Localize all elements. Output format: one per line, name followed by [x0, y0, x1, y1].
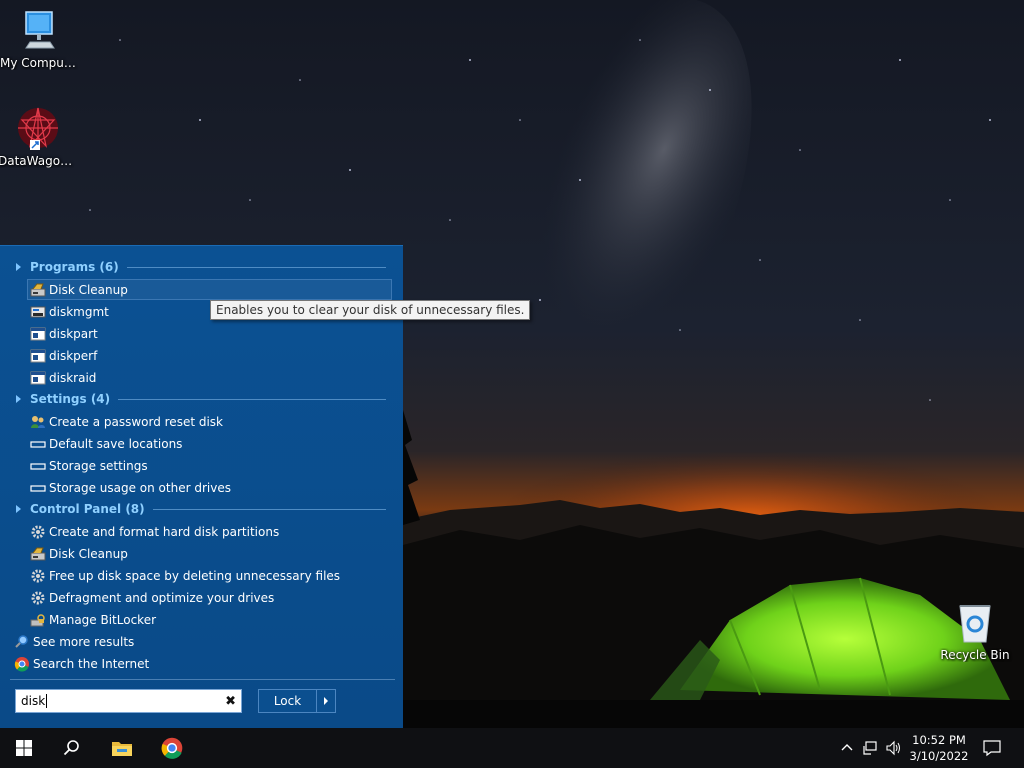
- see-more-results-link[interactable]: See more results: [14, 632, 134, 652]
- result-item-label: Manage BitLocker: [49, 612, 157, 627]
- start-search-input[interactable]: disk ✖: [15, 689, 242, 713]
- admin-tools-icon: [31, 525, 45, 538]
- result-item-label: diskmgmt: [49, 304, 109, 319]
- search-icon: [15, 635, 28, 648]
- result-item-storage-usage[interactable]: Storage usage on other drives: [27, 477, 392, 498]
- start-button[interactable]: [0, 728, 48, 768]
- result-item-defragment[interactable]: Defragment and optimize your drives: [27, 587, 392, 608]
- console-icon: [30, 327, 46, 340]
- search-icon: [63, 740, 79, 756]
- chevron-right-icon[interactable]: [324, 697, 328, 705]
- result-item-free-up-disk-space[interactable]: Free up disk space by deleting unnecessa…: [27, 565, 392, 586]
- see-more-label: See more results: [33, 635, 135, 649]
- expand-arrow-icon: [16, 395, 21, 403]
- divider: [118, 398, 386, 400]
- disk-cleanup-icon: [30, 547, 46, 560]
- result-item-label: diskperf: [49, 348, 98, 363]
- users-icon: [31, 415, 45, 428]
- result-item-disk-cleanup[interactable]: Disk Cleanup: [27, 279, 392, 300]
- disk-cleanup-icon: [30, 283, 46, 296]
- expand-arrow-icon: [16, 263, 21, 271]
- result-item-password-reset[interactable]: Create a password reset disk: [27, 411, 392, 432]
- desktop-icon-label: My Computer: [0, 56, 80, 70]
- group-header-label: Settings (4): [30, 392, 111, 406]
- chevron-up-icon[interactable]: [839, 740, 855, 756]
- lock-button[interactable]: Lock: [258, 689, 336, 713]
- taskbar-file-explorer[interactable]: [98, 728, 146, 768]
- result-item-label: Disk Cleanup: [49, 546, 128, 561]
- group-header-settings[interactable]: Settings (4): [16, 390, 386, 408]
- settings-item-icon: [30, 462, 46, 470]
- taskbar: 10:52 PM 3/10/2022: [0, 728, 1024, 768]
- result-item-label: Create and format hard disk partitions: [49, 524, 280, 539]
- result-item-label: Disk Cleanup: [49, 282, 128, 297]
- result-item-diskperf[interactable]: diskperf: [27, 345, 392, 366]
- network-icon[interactable]: [862, 740, 878, 756]
- result-item-storage-settings[interactable]: Storage settings: [27, 455, 392, 476]
- desktop-icon-my-computer[interactable]: My Computer: [0, 8, 80, 70]
- chrome-icon: [161, 737, 183, 759]
- taskbar-search-button[interactable]: [48, 728, 96, 768]
- result-item-create-format-partitions[interactable]: Create and format hard disk partitions: [27, 521, 392, 542]
- volume-icon[interactable]: [885, 740, 901, 756]
- text-caret: [46, 694, 48, 708]
- divider: [152, 508, 386, 510]
- console-icon: [30, 349, 46, 362]
- result-item-default-save-locations[interactable]: Default save locations: [27, 433, 392, 454]
- computer-icon: [25, 11, 55, 49]
- clock-date: 3/10/2022: [909, 749, 969, 763]
- result-item-label: Defragment and optimize your drives: [49, 590, 275, 605]
- group-header-control-panel[interactable]: Control Panel (8): [16, 500, 386, 518]
- result-item-label: Free up disk space by deleting unnecessa…: [49, 568, 341, 583]
- result-item-label: Create a password reset disk: [49, 414, 223, 429]
- group-header-programs[interactable]: Programs (6): [16, 258, 386, 276]
- divider: [10, 679, 395, 680]
- expand-arrow-icon: [16, 505, 21, 513]
- desktop-icon-datawagon[interactable]: DataWagon...: [0, 106, 78, 168]
- result-item-label: Storage usage on other drives: [49, 480, 231, 495]
- start-icon: [16, 740, 32, 756]
- clock-time: 10:52 PM: [912, 733, 966, 747]
- settings-item-icon: [30, 440, 46, 448]
- desktop-icon-label: Recycle Bin: [940, 648, 1010, 662]
- datawagon-icon: [18, 107, 58, 150]
- taskbar-chrome[interactable]: [148, 728, 196, 768]
- lock-button-label: Lock: [259, 690, 317, 712]
- search-input-value: disk: [21, 694, 46, 708]
- diskmgmt-icon: [30, 306, 46, 317]
- taskbar-clock[interactable]: 10:52 PM 3/10/2022: [904, 732, 974, 764]
- divider: [126, 266, 386, 268]
- result-item-label: Default save locations: [49, 436, 183, 451]
- group-header-label: Programs (6): [30, 260, 119, 274]
- recycle-bin-icon: [959, 605, 991, 643]
- result-item-manage-bitlocker[interactable]: Manage BitLocker: [27, 609, 392, 630]
- admin-tools-icon: [31, 569, 45, 582]
- clear-search-icon[interactable]: ✖: [225, 694, 236, 709]
- chrome-icon: [14, 657, 29, 672]
- result-item-diskpart[interactable]: diskpart: [27, 323, 392, 344]
- result-item-label: diskpart: [49, 326, 98, 341]
- desktop-icon-recycle-bin[interactable]: Recycle Bin: [935, 600, 1015, 662]
- result-item-disk-cleanup-cp[interactable]: Disk Cleanup: [27, 543, 392, 564]
- result-item-diskraid[interactable]: diskraid: [27, 367, 392, 388]
- result-item-label: Storage settings: [49, 458, 148, 473]
- group-header-label: Control Panel (8): [30, 502, 145, 516]
- search-internet-label: Search the Internet: [33, 657, 150, 671]
- file-explorer-icon: [112, 742, 132, 756]
- desktop-icon-label: DataWagon...: [0, 154, 78, 168]
- settings-item-icon: [30, 484, 46, 492]
- tooltip: Enables you to clear your disk of unnece…: [210, 300, 531, 320]
- search-internet-link[interactable]: Search the Internet: [14, 654, 149, 674]
- bitlocker-icon: [30, 613, 45, 626]
- result-item-label: diskraid: [49, 370, 97, 385]
- notification-icon[interactable]: [983, 739, 1001, 757]
- admin-tools-icon: [31, 591, 45, 604]
- console-icon: [30, 371, 46, 384]
